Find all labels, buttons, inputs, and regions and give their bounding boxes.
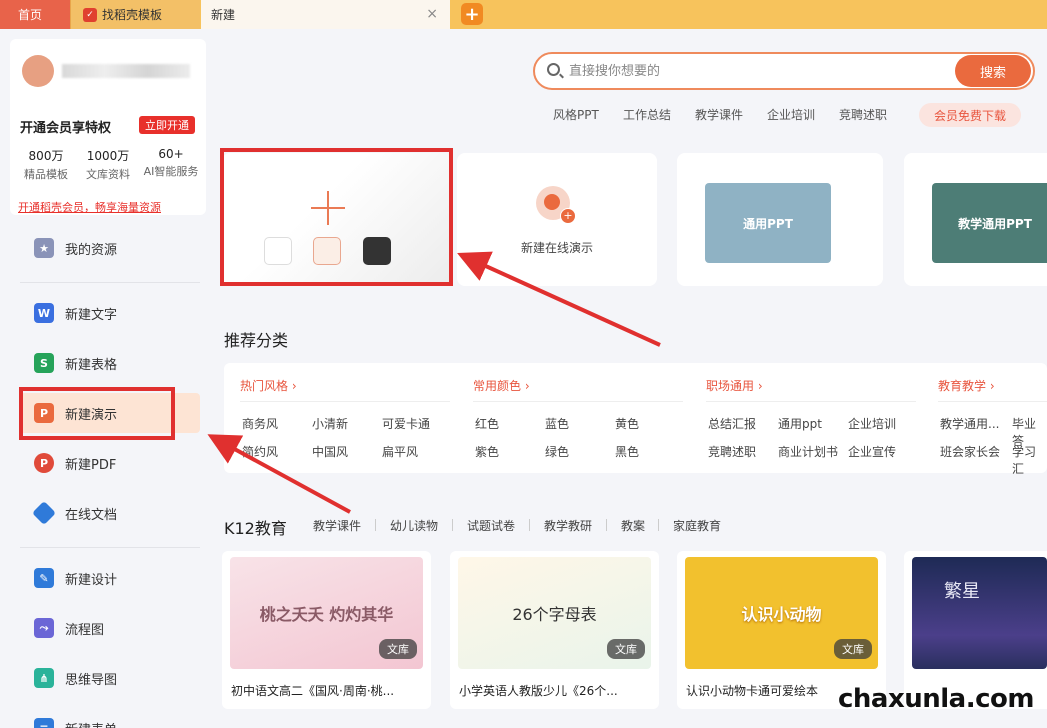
arrow-to-sidebar [207,434,351,514]
annotation-arrows [207,251,661,514]
arrow-to-blank-card [457,251,661,347]
watermark-text: chaxunla.com [838,684,1034,714]
